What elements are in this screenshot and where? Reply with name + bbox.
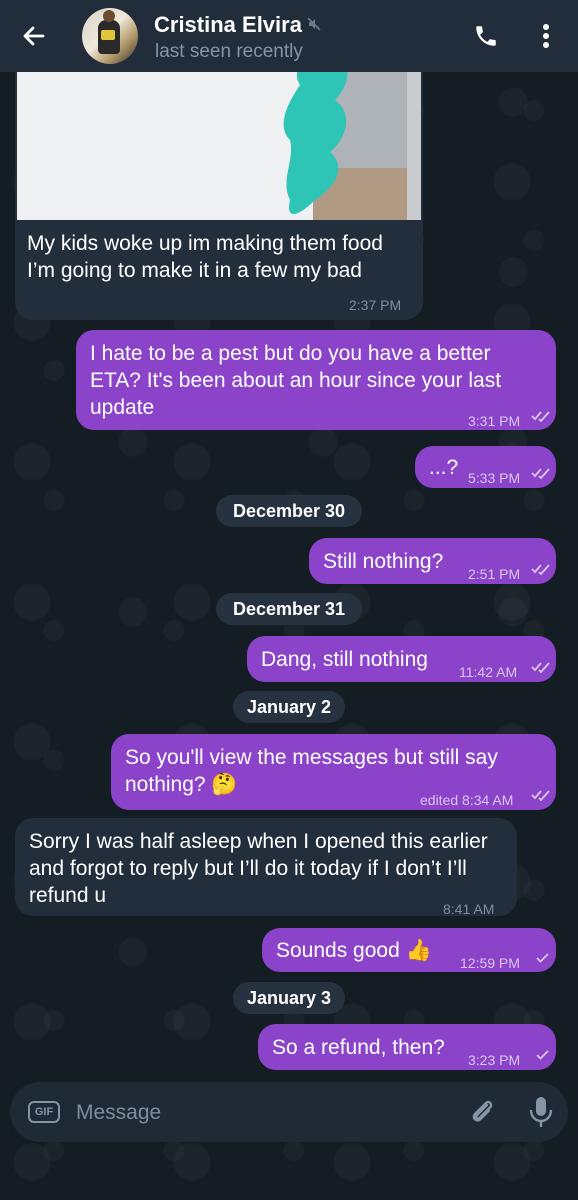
double-check-icon — [531, 468, 550, 479]
message-time: 8:41 AM — [443, 901, 495, 917]
back-button[interactable] — [12, 14, 56, 58]
outgoing-message[interactable]: Sounds good 👍 12:59 PM — [262, 928, 556, 972]
outgoing-message[interactable]: So a refund, then? 3:23 PM — [258, 1024, 556, 1070]
double-check-icon — [531, 790, 550, 801]
message-text: Dang, still nothing — [261, 648, 428, 671]
date-separator: January 3 — [233, 982, 345, 1014]
message-text: Sorry I was half asleep when I opened th… — [29, 830, 488, 907]
message-text: ...? — [429, 456, 459, 479]
last-seen-status: last seen recently — [155, 41, 303, 62]
message-time: 12:59 PM — [460, 955, 520, 971]
phone-icon — [476, 26, 496, 46]
mute-icon — [307, 17, 321, 31]
message-time: 3:23 PM — [468, 1052, 521, 1068]
outgoing-message[interactable]: Still nothing? 2:51 PM — [309, 538, 556, 584]
message-time: 3:31 PM — [468, 413, 521, 429]
date-separator: January 2 — [233, 691, 345, 723]
more-options-button[interactable] — [526, 16, 566, 56]
message-input[interactable] — [74, 1092, 448, 1134]
double-check-icon — [531, 411, 550, 422]
message-text: Sounds good 👍 — [276, 939, 432, 962]
message-composer: GIF — [10, 1082, 568, 1142]
chat-header: Cristina Elvira last seen recently — [0, 0, 578, 72]
outgoing-message[interactable]: I hate to be a pest but do you have a be… — [76, 330, 556, 430]
date-separator: December 31 — [216, 593, 362, 625]
message-text: Still nothing? — [323, 550, 444, 573]
gif-button[interactable]: GIF — [28, 1101, 60, 1123]
paperclip-icon[interactable] — [466, 1096, 498, 1128]
call-button[interactable] — [466, 16, 506, 56]
more-vert-icon — [543, 24, 549, 48]
incoming-message[interactable]: Sorry I was half asleep when I opened th… — [15, 818, 517, 917]
message-time: edited 8:34 AM — [420, 792, 514, 808]
contact-name[interactable]: Cristina Elvira — [154, 12, 302, 38]
microphone-icon[interactable] — [526, 1095, 556, 1129]
outgoing-message[interactable]: ...? 5:33 PM — [415, 446, 556, 488]
avatar[interactable] — [82, 8, 138, 64]
message-text: So a refund, then? — [272, 1036, 445, 1059]
double-check-icon — [531, 564, 550, 575]
double-check-icon — [531, 662, 550, 673]
single-check-icon — [536, 953, 549, 963]
message-time: 5:33 PM — [468, 470, 521, 486]
back-arrow-icon — [23, 26, 45, 46]
single-check-icon — [536, 1050, 549, 1060]
message-text: My kids woke up im making them food I’m … — [27, 232, 383, 282]
outgoing-message[interactable]: Dang, still nothing 11:42 AM — [247, 636, 556, 682]
date-separator: December 30 — [216, 495, 362, 527]
message-time: 2:51 PM — [468, 566, 521, 582]
outgoing-message[interactable]: So you'll view the messages but still sa… — [111, 734, 556, 810]
navigation-bar — [0, 1150, 578, 1200]
message-time: 11:42 AM — [459, 664, 518, 680]
message-time: 2:37 PM — [349, 297, 402, 313]
